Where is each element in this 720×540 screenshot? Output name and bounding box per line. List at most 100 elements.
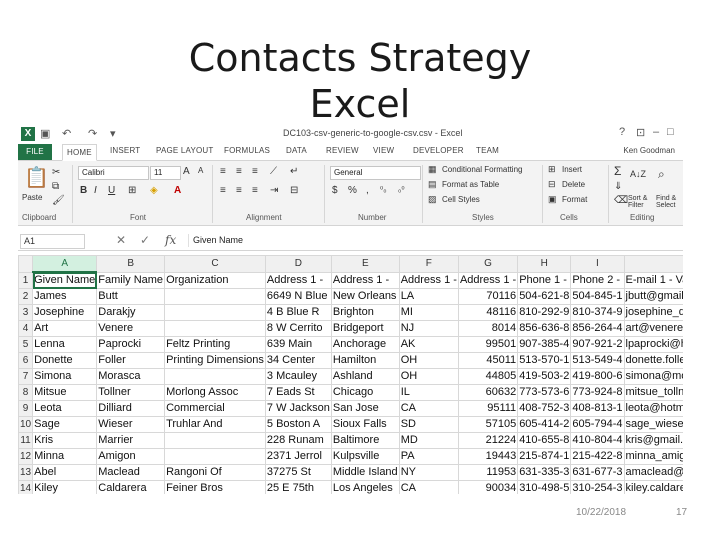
table-cell[interactable]: Printing Dimensions (164, 352, 266, 369)
table-cell[interactable]: 605-794-4 (570, 416, 625, 433)
table-cell[interactable]: 907-385-4 (517, 336, 572, 353)
tab-formulas[interactable]: FORMULAS (224, 146, 270, 155)
format-as-table-button[interactable]: Format as Table (442, 180, 499, 189)
table-cell[interactable]: 19443 (457, 448, 519, 465)
table-cell[interactable]: 44805 (457, 368, 519, 385)
cell-styles-button[interactable]: Cell Styles (442, 195, 480, 204)
table-cell[interactable]: 45011 (457, 352, 519, 369)
tab-data[interactable]: DATA (286, 146, 307, 155)
tab-file[interactable]: FILE (18, 144, 52, 160)
table-cell[interactable]: Kris (32, 432, 98, 449)
table-cell[interactable]: 21224 (457, 432, 519, 449)
table-cell[interactable]: Ashland (330, 368, 400, 385)
customize-qat-icon[interactable]: ▾ (110, 127, 116, 140)
align-right-icon[interactable]: ≡ (252, 185, 258, 196)
table-cell[interactable]: 631-677-3 (570, 464, 625, 481)
row-header[interactable]: 6 (18, 352, 34, 369)
table-cell[interactable]: 215-874-1 (517, 448, 572, 465)
table-cell[interactable]: 504-621-8 (517, 288, 572, 305)
copy-icon[interactable]: ⧉ (52, 181, 59, 192)
table-cell[interactable]: CA (398, 480, 459, 494)
tab-team[interactable]: TEAM (476, 146, 499, 155)
table-cell[interactable]: 631-335-3 (517, 464, 572, 481)
table-cell[interactable]: sage_wieser@cox.net (623, 416, 683, 433)
help-button[interactable]: ? (619, 126, 625, 138)
enter-icon[interactable]: ✓ (140, 233, 150, 247)
table-cell[interactable]: 2371 Jerrol (264, 448, 332, 465)
table-cell[interactable]: 856-264-4 (570, 320, 625, 337)
row-header[interactable]: 3 (18, 304, 34, 321)
formula-input[interactable]: Given Name (188, 234, 683, 247)
table-cell[interactable]: Wieser (96, 416, 166, 433)
paste-icon[interactable]: 📋 (24, 165, 49, 190)
table-cell[interactable]: 419-503-2 (517, 368, 572, 385)
table-cell[interactable]: Simona (32, 368, 98, 385)
increase-decimal-icon[interactable]: ⁰₀ (380, 185, 387, 194)
row-header[interactable]: 4 (18, 320, 34, 337)
table-cell[interactable]: Abel (32, 464, 98, 481)
column-header[interactable]: F (398, 255, 459, 273)
table-cell[interactable]: Maclead (96, 464, 166, 481)
font-color-icon[interactable]: A (174, 185, 181, 196)
format-painter-icon[interactable]: 🖌 (52, 195, 65, 206)
table-cell[interactable]: Donette (32, 352, 98, 369)
column-header[interactable]: C (164, 255, 266, 273)
table-cell[interactable]: Address 1 - (330, 271, 400, 289)
table-cell[interactable]: Art (32, 320, 98, 337)
table-cell[interactable]: 7 W Jackson (264, 400, 332, 417)
table-cell[interactable]: SD (398, 416, 459, 433)
table-cell[interactable]: Tollner (96, 384, 166, 401)
indent-icon[interactable]: ⇥ (270, 185, 278, 196)
row-header[interactable]: 11 (18, 432, 34, 449)
table-cell[interactable]: Sage (32, 416, 98, 433)
table-cell[interactable]: Feltz Printing (164, 336, 266, 353)
table-cell[interactable]: 310-498-5 (517, 480, 572, 494)
table-cell[interactable] (164, 320, 266, 337)
column-header[interactable]: B (96, 255, 166, 273)
table-cell[interactable]: 57105 (457, 416, 519, 433)
table-cell[interactable]: 410-804-4 (570, 432, 625, 449)
table-cell[interactable]: Caldarera (96, 480, 166, 494)
table-cell[interactable]: mitsue_tollner@yahoo.com (623, 384, 683, 401)
table-cell[interactable] (164, 368, 266, 385)
table-cell[interactable]: Middle Island (330, 464, 400, 481)
row-header[interactable]: 14 (18, 480, 34, 494)
autosum-icon[interactable]: Σ (614, 164, 621, 178)
decrease-decimal-icon[interactable]: ₀⁰ (398, 185, 405, 194)
undo-icon[interactable]: ↶ (62, 127, 71, 140)
font-size-select[interactable]: 11 (150, 166, 181, 180)
table-cell[interactable]: Morasca (96, 368, 166, 385)
table-cell[interactable]: 6649 N Blue (264, 288, 332, 305)
table-cell[interactable]: 8014 (457, 320, 519, 337)
table-cell[interactable]: NJ (398, 320, 459, 337)
table-cell[interactable]: Darakjy (96, 304, 166, 321)
align-middle-icon[interactable]: ≡ (236, 166, 242, 177)
delete-button[interactable]: Delete (562, 180, 585, 189)
table-cell[interactable]: Kulpsville (330, 448, 400, 465)
tab-page-layout[interactable]: PAGE LAYOUT (156, 146, 213, 155)
table-cell[interactable]: MD (398, 432, 459, 449)
comma-icon[interactable]: , (366, 185, 369, 196)
tab-review[interactable]: REVIEW (326, 146, 359, 155)
percent-icon[interactable]: % (348, 185, 357, 196)
table-cell[interactable]: simona@morasca.com (623, 368, 683, 385)
table-cell[interactable]: 639 Main (264, 336, 332, 353)
table-cell[interactable]: leota@hotmail.com (623, 400, 683, 417)
table-cell[interactable]: 7 Eads St (264, 384, 332, 401)
grow-font-icon[interactable]: A (183, 166, 190, 177)
row-header[interactable]: 9 (18, 400, 34, 417)
table-cell[interactable]: Address 1 - (264, 271, 332, 289)
redo-icon[interactable]: ↷ (88, 127, 97, 140)
table-cell[interactable]: 907-921-2 (570, 336, 625, 353)
minimize-button[interactable]: – (653, 126, 659, 138)
table-cell[interactable]: Family Name (96, 271, 166, 289)
find-select-button[interactable]: Find & Select (656, 195, 683, 209)
row-header[interactable]: 5 (18, 336, 34, 353)
table-cell[interactable] (164, 448, 266, 465)
table-cell[interactable]: 60632 (457, 384, 519, 401)
table-cell[interactable]: 419-800-6 (570, 368, 625, 385)
table-cell[interactable]: Sioux Falls (330, 416, 400, 433)
table-cell[interactable]: amaclead@gmail.com (623, 464, 683, 481)
table-cell[interactable]: 410-655-8 (517, 432, 572, 449)
table-cell[interactable]: Kiley (32, 480, 98, 494)
